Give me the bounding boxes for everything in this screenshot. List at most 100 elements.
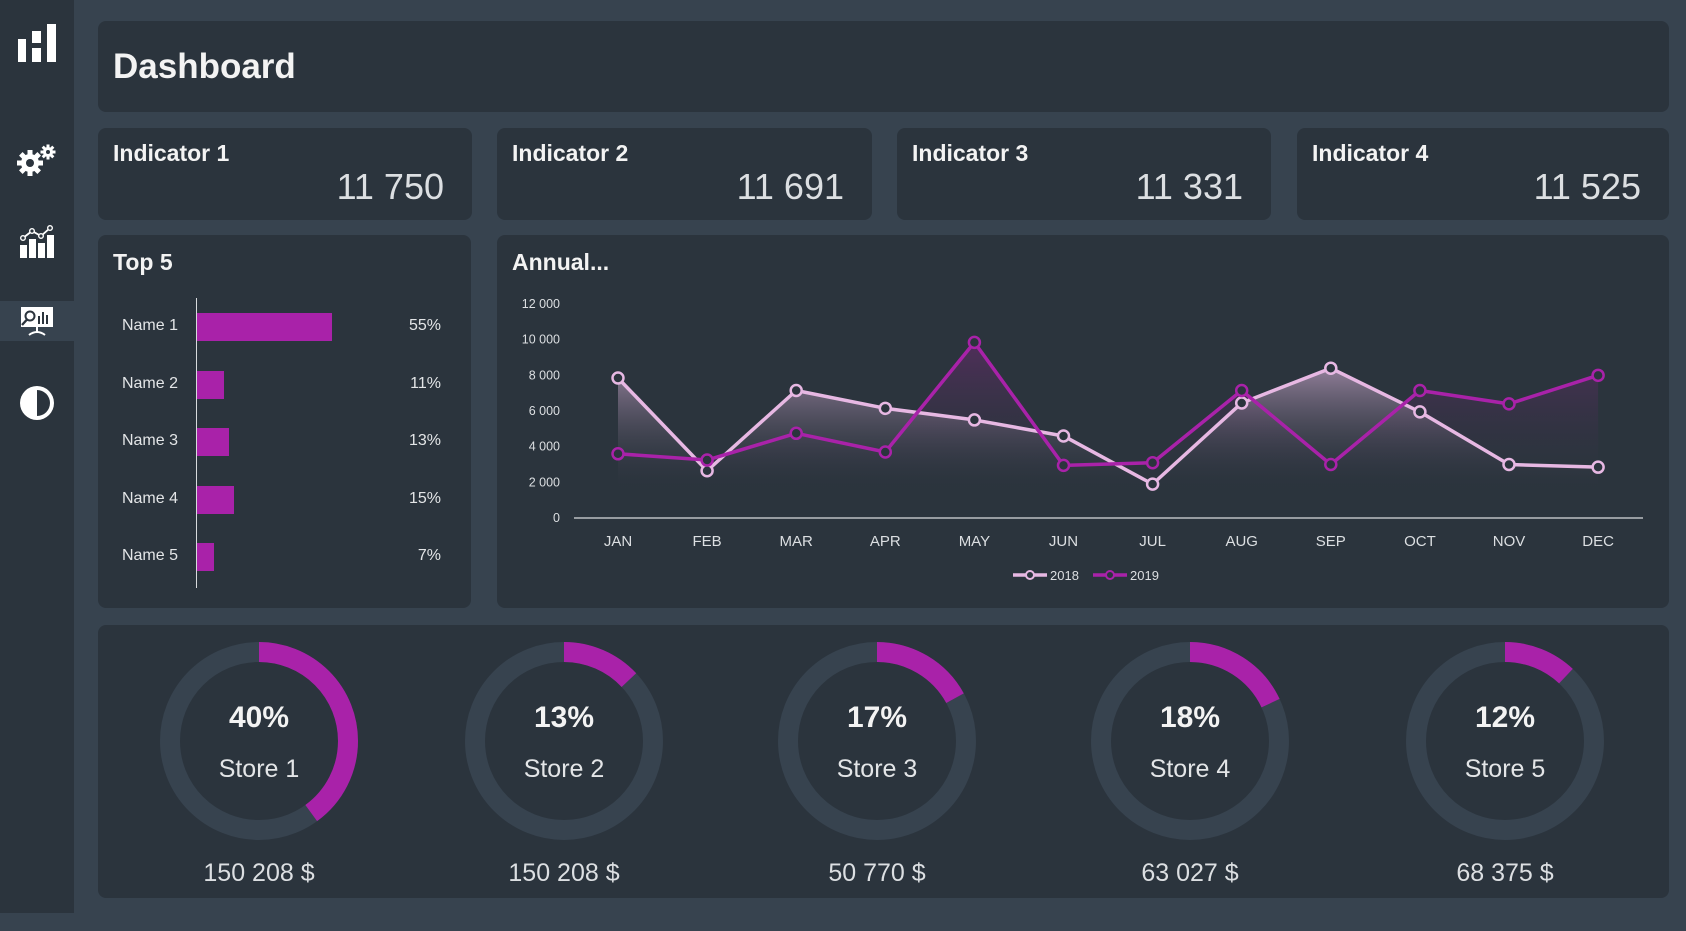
- chart-trend-icon: [20, 225, 54, 258]
- store-name: Store 2: [523, 755, 605, 783]
- legend-label-2018: 2018: [1050, 568, 1079, 583]
- data-point-2018: [1502, 457, 1516, 472]
- sidebar-item-theme[interactable]: [0, 383, 74, 423]
- data-point-2019: [878, 445, 893, 459]
- data-point-2019: [1591, 368, 1605, 383]
- sidebar-logo[interactable]: [0, 22, 74, 64]
- data-point-2018: [1234, 396, 1249, 410]
- indicator-label: Indicator 4: [1312, 140, 1429, 166]
- top5-name: Name 4: [121, 489, 178, 507]
- data-point-2018: [700, 463, 714, 478]
- x-tick-label: MAY: [959, 533, 990, 550]
- store-amount: 50 770 $: [828, 859, 926, 887]
- store-donut-3: 17% Store 3 50 770 $: [767, 631, 987, 931]
- top5-value: 7%: [417, 547, 441, 564]
- donut-chart: [160, 642, 358, 840]
- x-tick-label: DEC: [1582, 533, 1614, 550]
- store-donut-5: 12% Store 5 68 375 $: [1395, 631, 1615, 931]
- store-name: Store 3: [836, 755, 918, 783]
- top5-name: Name 1: [121, 317, 178, 334]
- annual-chart-panel: Annual... 02 000 4 000 6 000 8 000 10 000 12 …: [497, 235, 1669, 608]
- indicator-label: Indicator 1: [113, 140, 230, 166]
- contrast-icon: [20, 386, 54, 420]
- x-tick-label: OCT: [1404, 533, 1436, 550]
- x-tick-label: SEP: [1316, 533, 1346, 550]
- legend-label-2019: 2019: [1130, 568, 1159, 583]
- x-tick-label: JAN: [604, 533, 632, 550]
- indicator-card-1: Indicator 1 11 750: [98, 128, 472, 220]
- indicator-label: Indicator 3: [912, 140, 1029, 166]
- legend-marker-2019: [1105, 570, 1115, 580]
- data-point-2018: [1413, 405, 1427, 419]
- store-amount: 150 208 $: [203, 859, 315, 887]
- donut-chart: [778, 642, 976, 840]
- data-point-2019: [1056, 458, 1071, 473]
- data-point-2018: [789, 383, 803, 398]
- top5-bar: [197, 313, 332, 341]
- data-point-2019: [789, 426, 803, 441]
- page-title: Dashboard: [113, 47, 296, 86]
- data-point-2018: [878, 401, 893, 416]
- y-tick-label: 10 000: [522, 333, 560, 347]
- indicator-value: 11 750: [336, 166, 444, 207]
- donut-chart: [465, 642, 663, 840]
- sidebar: [0, 0, 74, 913]
- store-donut-4: 18% Store 4 63 027 $: [1080, 631, 1300, 931]
- x-tick-label: APR: [870, 533, 901, 550]
- indicator-card-3: Indicator 3 11 331: [897, 128, 1271, 220]
- logo-bars-icon: [18, 24, 56, 62]
- top5-panel: Top 5 Name 1 55% Name 2 11% Name 3 13% Name 4 1…: [98, 235, 471, 608]
- store-percent: 40%: [228, 701, 290, 734]
- y-tick-label: 8 000: [529, 368, 560, 382]
- data-point-2018: [1591, 460, 1605, 474]
- data-point-2019: [1413, 383, 1427, 398]
- data-point-2019: [611, 447, 625, 461]
- data-point-2018: [1324, 361, 1338, 375]
- x-tick-label: JUN: [1049, 533, 1078, 550]
- x-tick-label: NOV: [1493, 533, 1526, 550]
- store-donut-2: 13% Store 2 150 208 $: [454, 631, 674, 931]
- x-tick-label: FEB: [693, 533, 722, 550]
- store-percent: 13%: [533, 701, 595, 734]
- top5-name: Name 5: [121, 547, 178, 564]
- legend-marker-2018: [1025, 570, 1035, 580]
- header-panel: Dashboard: [98, 21, 1669, 112]
- gears-icon: [17, 144, 56, 176]
- indicator-value: 11 331: [1135, 166, 1243, 207]
- data-point-2019: [1145, 455, 1160, 470]
- top5-bar: [197, 428, 229, 456]
- data-point-2018: [967, 413, 982, 427]
- top5-value: 11%: [410, 374, 441, 392]
- store-name: Store 1: [218, 755, 300, 783]
- data-point-2019: [700, 453, 714, 467]
- x-tick-label: MAR: [780, 533, 814, 550]
- data-point-2018: [1056, 429, 1071, 443]
- sidebar-item-analytics[interactable]: [0, 222, 74, 262]
- store-name: Store 5: [1464, 755, 1546, 783]
- top5-title: Top 5: [113, 249, 173, 275]
- store-name: Store 4: [1149, 755, 1231, 783]
- sidebar-item-dashboard[interactable]: [0, 301, 74, 341]
- store-percent: 18%: [1159, 701, 1221, 734]
- top5-name: Name 3: [121, 432, 178, 449]
- data-point-2018: [611, 371, 625, 385]
- donut-chart: [1091, 642, 1289, 840]
- data-point-2019: [1234, 383, 1249, 398]
- store-percent: 12%: [1474, 701, 1536, 734]
- sidebar-item-settings[interactable]: [0, 140, 74, 180]
- donut-chart: [1406, 642, 1604, 840]
- store-amount: 63 027 $: [1141, 859, 1239, 887]
- top5-bar: [197, 543, 215, 571]
- presentation-analytics-icon: [21, 307, 53, 336]
- y-tick-label: 12 000: [522, 297, 560, 311]
- top5-bar: [197, 370, 224, 399]
- indicator-value: 11 691: [736, 166, 844, 207]
- top5-value: 13%: [408, 432, 441, 449]
- store-amount: 68 375 $: [1456, 859, 1554, 887]
- x-tick-label: JUL: [1139, 533, 1166, 550]
- top5-value: 15%: [408, 489, 441, 507]
- y-tick-label: 2 000: [529, 475, 560, 489]
- store-percent: 17%: [846, 701, 908, 734]
- data-point-2019: [1502, 397, 1516, 411]
- top5-value: 55%: [408, 317, 441, 334]
